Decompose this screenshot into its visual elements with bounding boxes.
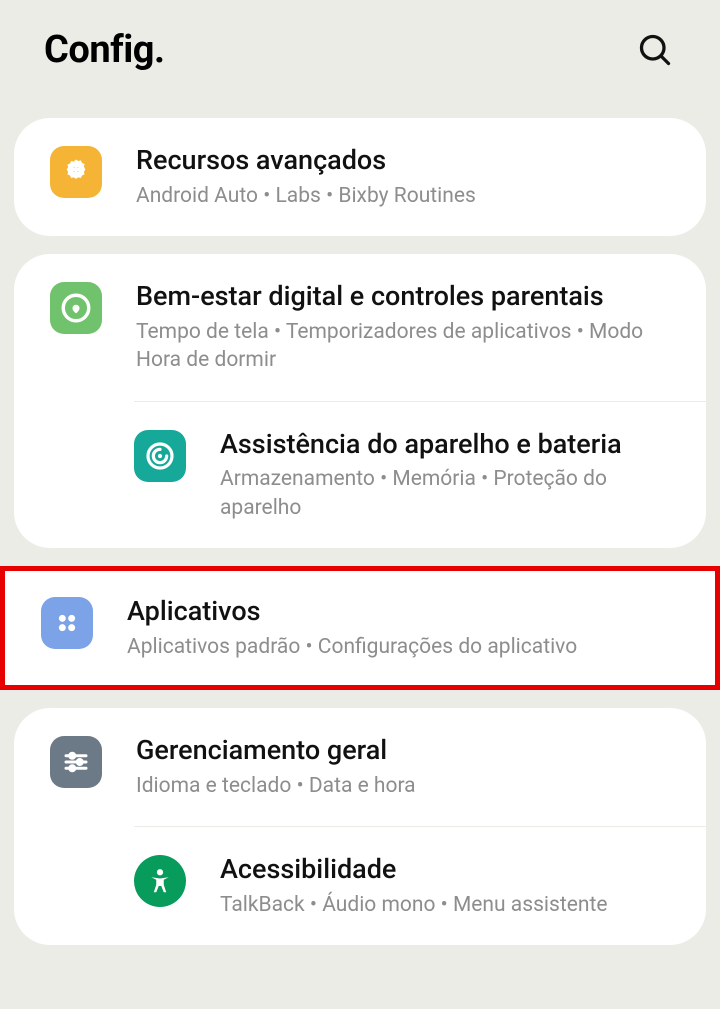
row-title: Recursos avançados — [136, 144, 678, 178]
accessibility-icon — [134, 855, 186, 907]
general-icon — [50, 736, 102, 788]
row-subtitle: Android Auto • Labs • Bixby Routines — [136, 182, 678, 210]
row-subtitle: Armazenamento • Memória • Proteção do ap… — [220, 465, 678, 522]
row-subtitle: Tempo de tela • Temporizadores de aplica… — [136, 318, 678, 375]
row-title: Bem-estar digital e controles parentais — [136, 280, 678, 314]
row-title: Gerenciamento geral — [136, 734, 678, 768]
search-button[interactable] — [634, 29, 676, 71]
row-subtitle: Idioma e teclado • Data e hora — [136, 772, 678, 800]
row-device-care[interactable]: Assistência do aparelho e bateria Armaze… — [134, 401, 706, 548]
page-title: Config. — [44, 28, 165, 72]
settings-group: Bem-estar digital e controles parentais … — [14, 254, 706, 548]
search-icon — [637, 32, 673, 68]
header: Config. — [0, 0, 720, 100]
row-subtitle: Aplicativos padrão • Configurações do ap… — [127, 633, 679, 661]
row-general-management[interactable]: Gerenciamento geral Idioma e teclado • D… — [14, 708, 706, 826]
settings-group: Gerenciamento geral Idioma e teclado • D… — [14, 708, 706, 945]
row-accessibility[interactable]: Acessibilidade TalkBack • Áudio mono • M… — [134, 826, 706, 945]
row-title: Acessibilidade — [220, 853, 678, 887]
advanced-icon — [50, 146, 102, 198]
apps-icon — [41, 597, 93, 649]
row-title: Assistência do aparelho e bateria — [220, 428, 678, 462]
row-digital-wellbeing[interactable]: Bem-estar digital e controles parentais … — [14, 254, 706, 400]
device-care-icon — [134, 430, 186, 482]
wellbeing-icon — [50, 282, 102, 334]
row-title: Aplicativos — [127, 595, 679, 629]
row-subtitle: TalkBack • Áudio mono • Menu assistente — [220, 891, 678, 919]
highlighted-row: Aplicativos Aplicativos padrão • Configu… — [0, 566, 720, 690]
settings-group: Recursos avançados Android Auto • Labs •… — [14, 118, 706, 236]
row-advanced-features[interactable]: Recursos avançados Android Auto • Labs •… — [14, 118, 706, 236]
row-apps[interactable]: Aplicativos Aplicativos padrão • Configu… — [5, 571, 715, 685]
